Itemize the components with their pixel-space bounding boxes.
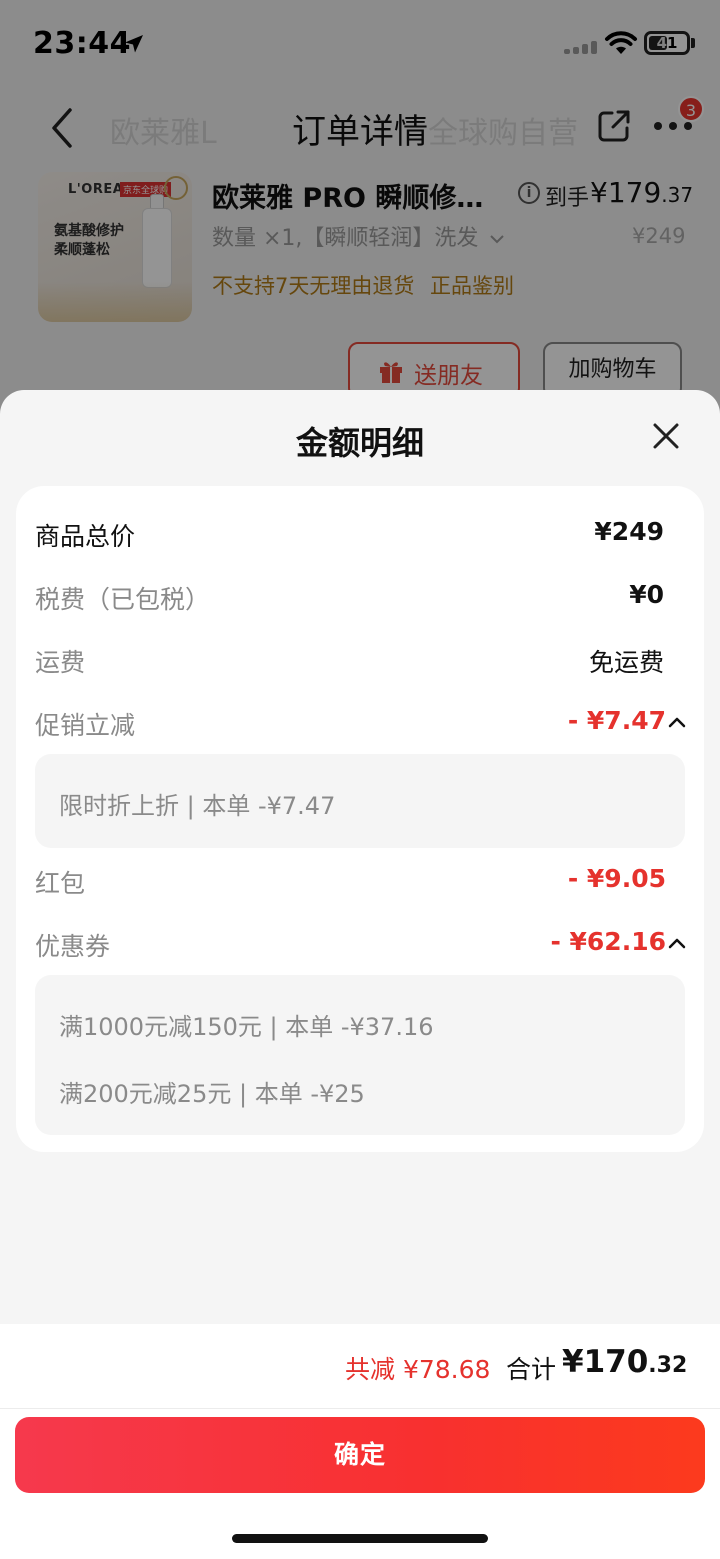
confirm-button[interactable]: 确定 (15, 1417, 705, 1493)
promotion-value: - ¥7.47 (567, 706, 666, 735)
promotion-row[interactable]: 促销立减 - ¥7.47 (16, 706, 704, 746)
tax-value: ¥0 (629, 580, 664, 609)
goods-total-value: ¥249 (594, 517, 664, 546)
goods-total-row: 商品总价 ¥249 (16, 517, 704, 557)
total-amount: ¥170.32 (562, 1344, 687, 1380)
red-packet-value: - ¥9.05 (567, 864, 666, 893)
total-reduction: 共减 ¥78.68 (345, 1355, 491, 1384)
promotion-label: 促销立减 (35, 711, 136, 740)
total-amount-int: ¥170 (562, 1344, 649, 1380)
red-packet-label: 红包 (35, 869, 86, 898)
total-label: 合计 (506, 1355, 557, 1384)
coupon-label: 优惠券 (35, 932, 111, 961)
chevron-up-icon[interactable] (668, 937, 686, 949)
modal-backdrop[interactable] (0, 0, 720, 420)
shipping-row: 运费 免运费 (16, 643, 704, 683)
close-icon[interactable] (652, 422, 680, 450)
coupon-row[interactable]: 优惠券 - ¥62.16 (16, 927, 704, 967)
tax-row: 税费（已包税） ¥0 (16, 580, 704, 620)
goods-total-label: 商品总价 (35, 522, 136, 551)
promotion-detail-line: 限时折上折 | 本单 -¥7.47 (59, 792, 336, 820)
shipping-value: 免运费 (588, 648, 664, 677)
coupon-detail-box: 满1000元减150元 | 本单 -¥37.16 满200元减25元 | 本单 … (35, 975, 685, 1135)
summary-footer: 共减 ¥78.68 合计 ¥170.32 确定 (0, 1324, 720, 1559)
tax-label: 税费（已包税） (35, 585, 211, 614)
amount-detail-card: 商品总价 ¥249 税费（已包税） ¥0 运费 免运费 促销立减 - ¥7.47… (16, 486, 704, 1152)
divider (0, 1408, 720, 1409)
sheet-title: 金额明细 (295, 424, 424, 462)
shipping-label: 运费 (35, 648, 86, 677)
total-amount-dec: .32 (648, 1353, 688, 1378)
home-indicator[interactable] (232, 1534, 488, 1543)
coupon-detail-line: 满200元减25元 | 本单 -¥25 (59, 1080, 365, 1108)
coupon-detail-line: 满1000元减150元 | 本单 -¥37.16 (59, 1013, 434, 1041)
chevron-up-icon[interactable] (668, 716, 686, 728)
coupon-value: - ¥62.16 (550, 927, 666, 956)
promotion-detail-box: 限时折上折 | 本单 -¥7.47 (35, 754, 685, 848)
red-packet-row: 红包 - ¥9.05 (16, 864, 704, 904)
